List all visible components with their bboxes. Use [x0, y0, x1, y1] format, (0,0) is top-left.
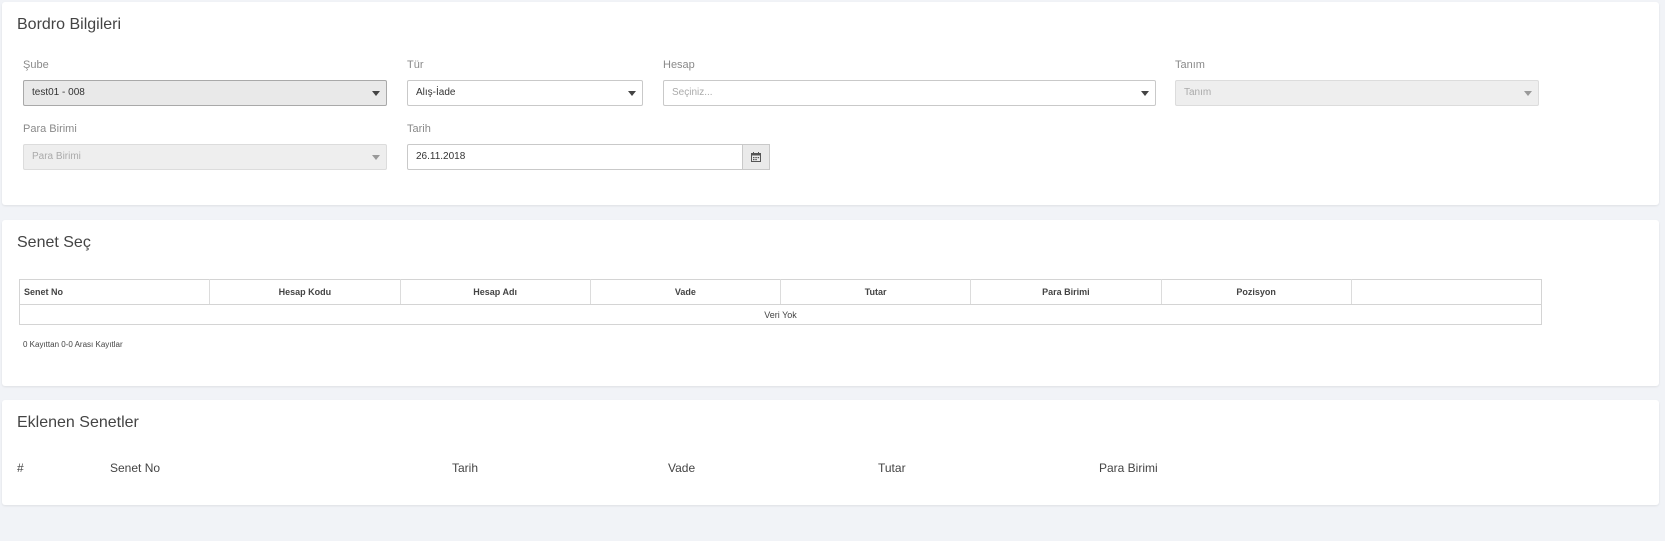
- column-header-index: #: [17, 461, 24, 475]
- column-header-hesap-adi[interactable]: Hesap Adı: [400, 279, 591, 305]
- tanim-label: Tanım: [1175, 59, 1205, 71]
- column-header-actions: [1351, 279, 1542, 305]
- table-info: 0 Kayıttan 0-0 Arası Kayıtlar: [23, 340, 123, 349]
- empty-message: Veri Yok: [764, 309, 797, 320]
- hesap-select[interactable]: Seçiniz...: [663, 80, 1156, 106]
- column-header-vade: Vade: [668, 461, 696, 475]
- table-header-row: Senet No Hesap Kodu Hesap Adı Vade Tutar…: [19, 279, 1542, 305]
- para-birimi-select[interactable]: Para Birimi: [23, 144, 387, 170]
- para-birimi-placeholder: Para Birimi: [32, 151, 81, 162]
- column-header-tutar: Tutar: [878, 461, 906, 475]
- column-header-para-birimi: Para Birimi: [1099, 461, 1158, 475]
- tur-value: Alış-İade: [416, 87, 456, 98]
- hesap-label: Hesap: [663, 59, 695, 71]
- tarih-input[interactable]: 26.11.2018: [407, 144, 743, 170]
- para-birimi-label: Para Birimi: [23, 123, 77, 135]
- chevron-down-icon: [372, 91, 380, 96]
- column-header-senet-no: Senet No: [110, 461, 161, 475]
- column-header-para-birimi[interactable]: Para Birimi: [970, 279, 1162, 305]
- hesap-placeholder: Seçiniz...: [672, 87, 713, 98]
- eklenen-senetler-panel: Eklenen Senetler # Senet No Tarih Vade T…: [2, 400, 1659, 505]
- column-header-pozisyon[interactable]: Pozisyon: [1161, 279, 1352, 305]
- chevron-down-icon: [372, 155, 380, 160]
- senet-sec-panel: Senet Seç Senet No Hesap Kodu Hesap Adı …: [2, 220, 1659, 386]
- sube-value: test01 - 008: [32, 87, 85, 98]
- eklenen-title: Eklenen Senetler: [17, 414, 139, 431]
- sube-select[interactable]: test01 - 008: [23, 80, 387, 106]
- senet-table: Senet No Hesap Kodu Hesap Adı Vade Tutar…: [19, 279, 1542, 325]
- sube-label: Şube: [23, 59, 49, 71]
- tur-select[interactable]: Alış-İade: [407, 80, 643, 106]
- tarih-value: 26.11.2018: [416, 151, 466, 162]
- chevron-down-icon: [628, 91, 636, 96]
- bordro-title: Bordro Bilgileri: [17, 16, 122, 33]
- column-header-tutar[interactable]: Tutar: [780, 279, 972, 305]
- table-row: Veri Yok: [20, 305, 1542, 325]
- chevron-down-icon: [1141, 91, 1149, 96]
- calendar-icon: [751, 152, 761, 162]
- senet-sec-title: Senet Seç: [17, 234, 91, 251]
- tanim-select[interactable]: Tanım: [1175, 80, 1539, 106]
- tarih-label: Tarih: [407, 123, 431, 135]
- column-header-tarih: Tarih: [452, 461, 479, 475]
- column-header-senet-no[interactable]: Senet No: [19, 279, 211, 305]
- calendar-button[interactable]: [743, 144, 770, 170]
- tur-label: Tür: [407, 59, 424, 71]
- chevron-down-icon: [1524, 91, 1532, 96]
- column-header-vade[interactable]: Vade: [590, 279, 782, 305]
- column-header-hesap-kodu[interactable]: Hesap Kodu: [209, 279, 401, 305]
- bordro-bilgileri-panel: Bordro Bilgileri Şube test01 - 008 Tür A…: [2, 2, 1659, 205]
- tanim-placeholder: Tanım: [1184, 87, 1212, 98]
